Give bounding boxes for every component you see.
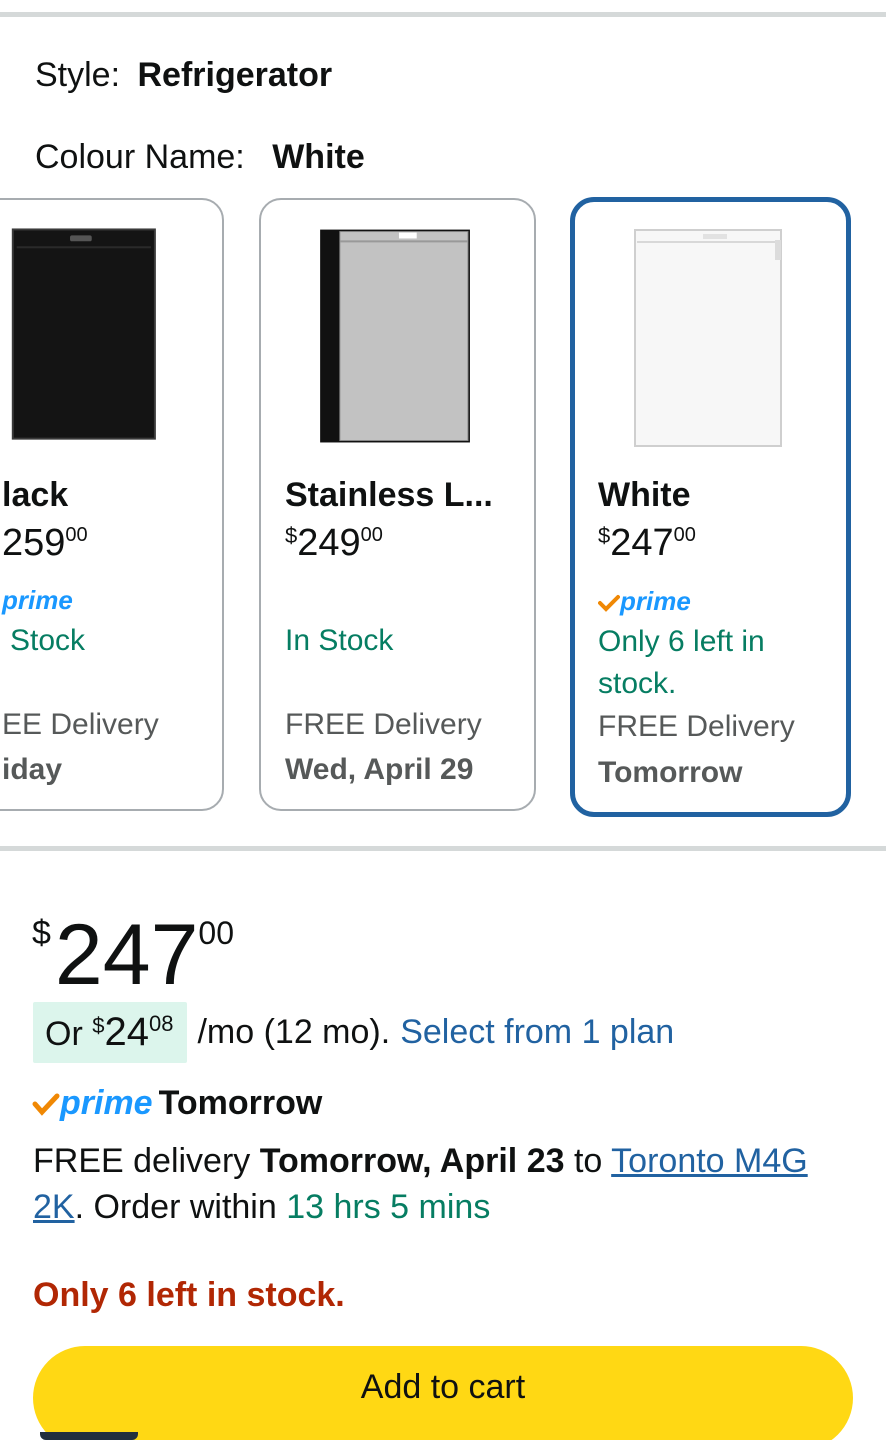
swatch-black[interactable]: lack 25900 prime Stock EE Delivery iday (0, 198, 224, 811)
swatch-price: 25900 (2, 522, 88, 565)
monthly-currency: $ (92, 1013, 105, 1038)
bottom-toolbar-edge (40, 1432, 138, 1440)
fridge-white-image (634, 229, 782, 447)
swatch-delivery: FREE Delivery (285, 708, 482, 741)
swatch-price-whole: 247 (610, 522, 674, 564)
main-price: $24700 (32, 888, 234, 1000)
prime-badge: prime (2, 585, 73, 616)
low-stock-warning: Only 6 left in stock. (33, 1276, 345, 1314)
swatch-delivery: EE Delivery (2, 708, 159, 741)
monthly-term: /mo (12 mo). (197, 1013, 391, 1051)
swatch-price-whole: 259 (2, 522, 66, 564)
price-fraction: 00 (198, 915, 235, 951)
swatch-delivery: FREE Delivery (598, 710, 795, 743)
delivery-to-text: to (573, 1142, 603, 1180)
prime-delivery-row: prime Tomorrow (32, 1084, 322, 1123)
delivery-countdown: 13 hrs 5 mins (286, 1188, 491, 1226)
fridge-black-image (11, 228, 156, 440)
swatch-stainless[interactable]: Stainless L... $24900 In Stock FREE Deli… (259, 198, 536, 811)
prime-logo: prime (60, 1084, 153, 1122)
swatch-stock: Only 6 left in stock. (598, 625, 765, 700)
swatch-currency: $ (598, 523, 611, 548)
prime-badge: prime (598, 586, 691, 617)
swatch-currency: $ (285, 523, 298, 548)
delivery-order-text: . Order within (74, 1188, 277, 1226)
price-currency: $ (32, 914, 51, 952)
prime-delivery-label: Tomorrow (158, 1084, 323, 1122)
delivery-message: FREE delivery Tomorrow, April 23 to Toro… (33, 1138, 853, 1230)
colour-row: Colour Name: White (35, 138, 365, 177)
top-divider (0, 12, 886, 17)
monthly-prefix: Or (45, 1015, 83, 1053)
delivery-date: Tomorrow, April 23 (259, 1142, 565, 1180)
select-plan-link[interactable]: Select from 1 plan (400, 1013, 674, 1052)
monthly-payment-row: Or $2408 /mo (12 mo). Select from 1 plan (33, 1002, 674, 1063)
price-whole: 247 (54, 907, 199, 1003)
swatch-price-frac: 00 (360, 524, 383, 546)
style-label: Style: (35, 56, 121, 94)
prime-label: prime (2, 585, 73, 615)
prime-check-icon (32, 1093, 60, 1116)
add-to-cart-button[interactable]: Add to cart (33, 1346, 853, 1440)
swatch-price-frac: 00 (673, 524, 696, 546)
colour-swatch-carousel[interactable]: lack 25900 prime Stock EE Delivery iday … (0, 195, 886, 820)
swatch-price-frac: 00 (65, 524, 88, 546)
swatch-delivery-date: Tomorrow (598, 756, 743, 789)
fridge-stainless-image (320, 229, 470, 443)
swatch-white-selected[interactable]: White $24700 prime Only 6 left in stock.… (570, 197, 851, 817)
prime-label: prime (620, 586, 691, 616)
prime-check-icon (598, 595, 620, 612)
swatch-delivery-date: iday (2, 753, 63, 786)
section-divider (0, 846, 886, 851)
delivery-free-text: FREE delivery (33, 1142, 251, 1180)
swatch-price: $24900 (285, 522, 383, 565)
swatch-price: $24700 (598, 522, 696, 565)
swatch-stock: Stock (10, 624, 86, 657)
swatch-name: Stainless L... (285, 476, 493, 514)
swatch-name: lack (2, 476, 69, 514)
swatch-stock: In Stock (285, 624, 394, 657)
style-value: Refrigerator (137, 56, 333, 94)
monthly-payment-highlight: Or $2408 (33, 1002, 188, 1063)
add-to-cart-label: Add to cart (360, 1368, 526, 1406)
swatch-name: White (598, 476, 691, 514)
colour-value: White (272, 138, 365, 176)
monthly-amount: 24 (104, 1010, 149, 1054)
colour-label: Colour Name: (35, 138, 245, 176)
swatch-delivery-date: Wed, April 29 (285, 753, 474, 786)
swatch-price-whole: 249 (297, 522, 361, 564)
style-row: Style: Refrigerator (35, 56, 332, 95)
monthly-fraction: 08 (148, 1011, 174, 1036)
